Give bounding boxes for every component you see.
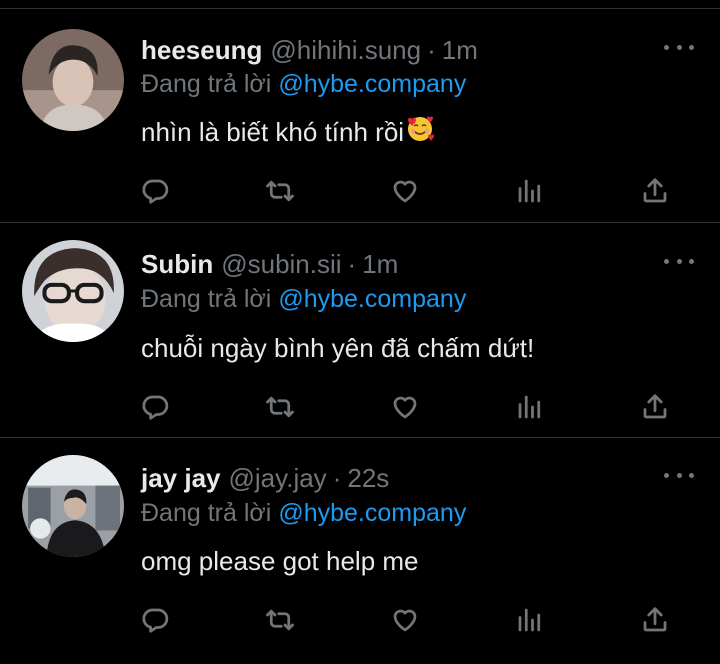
share-icon	[643, 394, 667, 419]
share-icon	[643, 178, 667, 203]
reply-icon	[142, 395, 169, 420]
reply-button[interactable]	[137, 173, 173, 209]
mention-link[interactable]: @hybe.company	[278, 285, 466, 313]
display-name[interactable]: jay jay	[141, 461, 221, 495]
avatar[interactable]	[22, 240, 124, 342]
separator-dot: ·	[332, 463, 342, 493]
user-handle[interactable]: @hihihi.sung	[270, 33, 421, 67]
like-button[interactable]	[387, 173, 423, 209]
share-button[interactable]	[637, 389, 673, 425]
display-name[interactable]: heeseung	[141, 33, 262, 67]
replying-to-label: Đang trả lời	[141, 285, 272, 313]
share-button[interactable]	[637, 602, 673, 638]
retweet-icon	[266, 396, 294, 418]
views-icon	[518, 608, 541, 632]
like-button[interactable]	[387, 389, 423, 425]
smiling-face-with-hearts-icon	[408, 116, 435, 141]
like-icon	[393, 609, 417, 632]
views-button[interactable]	[512, 173, 548, 209]
views-button[interactable]	[512, 602, 548, 638]
share-icon	[643, 607, 667, 632]
tweet-1[interactable]: heeseung @hihihi.sung · 1m Đang trả lời @…	[0, 0, 720, 222]
more-options-icon[interactable]	[664, 465, 694, 485]
tweet-text: nhìn là biết khó tính rồi	[141, 117, 405, 147]
retweet-button[interactable]	[262, 602, 298, 638]
timestamp[interactable]: 1m	[442, 33, 478, 67]
tweet-text: chuỗi ngày bình yên đã chấm dứt!	[141, 333, 535, 363]
more-options-icon[interactable]	[664, 37, 694, 57]
views-icon	[518, 395, 541, 419]
avatar-image	[22, 455, 124, 557]
timestamp[interactable]: 1m	[362, 247, 398, 281]
separator-dot: ·	[347, 249, 357, 279]
replying-to-label: Đang trả lời	[141, 499, 272, 527]
like-button[interactable]	[387, 602, 423, 638]
mention-link[interactable]: @hybe.company	[278, 70, 466, 98]
tweet-3[interactable]: jay jay @jay.jay · 22s Đang trả lời @hybe…	[0, 438, 720, 664]
display-name[interactable]: Subin	[141, 247, 213, 281]
views-icon	[518, 179, 541, 203]
tweet-2[interactable]: Subin @subin.sii · 1m Đang trả lời @hybe.…	[0, 223, 720, 437]
avatar-image	[22, 240, 124, 342]
avatar[interactable]	[22, 29, 124, 131]
like-icon	[393, 396, 417, 419]
share-button[interactable]	[637, 173, 673, 209]
mention-link[interactable]: @hybe.company	[278, 499, 466, 527]
separator-dot: ·	[427, 35, 436, 65]
avatar[interactable]	[22, 455, 124, 557]
replying-to-label: Đang trả lời	[141, 70, 272, 98]
user-handle[interactable]: @jay.jay	[229, 461, 327, 495]
retweet-button[interactable]	[262, 173, 298, 209]
views-button[interactable]	[512, 389, 548, 425]
avatar-image	[22, 29, 124, 131]
user-handle[interactable]: @subin.sii	[221, 247, 341, 281]
like-icon	[393, 180, 417, 203]
retweet-button[interactable]	[262, 389, 298, 425]
tweet-text: omg please got help me	[141, 546, 419, 576]
reply-button[interactable]	[137, 602, 173, 638]
more-options-icon[interactable]	[664, 251, 694, 271]
retweet-icon	[266, 609, 294, 631]
retweet-icon	[266, 180, 294, 202]
reply-icon	[142, 608, 169, 633]
reply-icon	[142, 179, 169, 204]
timestamp[interactable]: 22s	[347, 461, 389, 495]
reply-button[interactable]	[137, 389, 173, 425]
